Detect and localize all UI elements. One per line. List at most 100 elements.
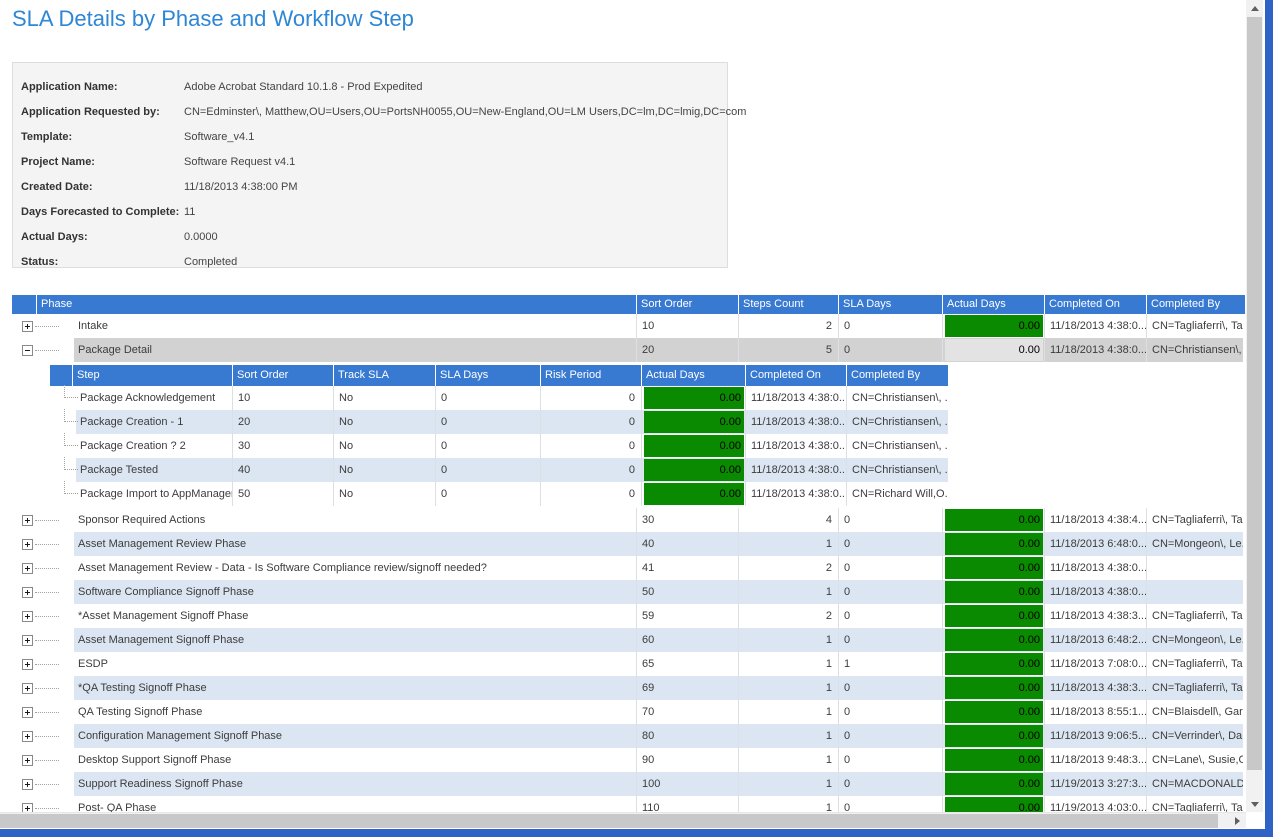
completed-on-cell: 11/18/2013 6:48:0...: [1044, 532, 1146, 556]
track-sla-cell: No: [333, 458, 435, 482]
sort-order-cell: 70: [636, 700, 738, 724]
expand-icon[interactable]: [22, 587, 33, 598]
phase-row[interactable]: Asset Management Signoff Phase60100.0011…: [12, 628, 1245, 652]
phase-row[interactable]: *Asset Management Signoff Phase59200.001…: [12, 604, 1245, 628]
step-completed-on-cell: 11/18/2013 4:38:0...: [745, 386, 846, 410]
expand-icon[interactable]: [22, 539, 33, 550]
info-value: CN=Edminster\, Matthew,OU=Users,OU=Ports…: [184, 106, 746, 118]
step-sort-order-cell: 30: [232, 434, 333, 458]
phase-row[interactable]: Intake10200.0011/18/2013 4:38:0...CN=Tag…: [12, 314, 1245, 338]
expand-icon[interactable]: [22, 659, 33, 670]
phase-row[interactable]: QA Testing Signoff Phase70100.0011/18/20…: [12, 700, 1245, 724]
phase-name-cell: Package Detail: [74, 338, 636, 362]
phase-row[interactable]: Sponsor Required Actions30400.0011/18/20…: [12, 508, 1245, 532]
info-label: Actual Days:: [21, 231, 184, 243]
step-grid-header-row: StepSort OrderTrack SLASLA DaysRisk Peri…: [50, 365, 948, 386]
actual-days-cell: 0.00: [942, 700, 1044, 724]
step-completed-by-cell: CN=Christiansen\, ...: [846, 434, 948, 458]
step-completed-by-cell: CN=Christiansen\, ...: [846, 386, 948, 410]
scroll-down-button[interactable]: [1246, 796, 1263, 812]
info-value: Software_v4.1: [184, 131, 254, 143]
phase-row[interactable]: Software Compliance Signoff Phase50100.0…: [12, 580, 1245, 604]
completed-on-cell: 11/18/2013 7:08:0...: [1044, 652, 1146, 676]
sort-order-cell: 20: [636, 338, 738, 362]
step-sla-days-cell: 0: [435, 434, 540, 458]
phase-name-cell: Desktop Support Signoff Phase: [74, 748, 636, 772]
scroll-up-button[interactable]: [1246, 0, 1263, 16]
sla-indicator-bar: 0.00: [945, 581, 1043, 603]
step-row[interactable]: Package Creation ? 230No000.0011/18/2013…: [50, 434, 948, 458]
phase-row[interactable]: ESDP65110.0011/18/2013 7:08:0...CN=Tagli…: [12, 652, 1245, 676]
completed-on-cell: 11/18/2013 8:55:1...: [1044, 700, 1146, 724]
phase-name-cell: Software Compliance Signoff Phase: [74, 580, 636, 604]
info-value: Software Request v4.1: [184, 156, 295, 168]
step-completed-on-cell: 11/18/2013 4:38:0...: [745, 458, 846, 482]
step-row-gutter: [50, 434, 76, 458]
scroll-right-button[interactable]: [1229, 813, 1246, 829]
sla-days-cell: 0: [838, 628, 942, 652]
phase-row[interactable]: Desktop Support Signoff Phase90100.0011/…: [12, 748, 1245, 772]
tree-dots-icon: [35, 688, 59, 689]
track-sla-cell: No: [333, 410, 435, 434]
completed-on-cell: 11/18/2013 6:48:2...: [1044, 628, 1146, 652]
step-row[interactable]: Package Tested40No000.0011/18/2013 4:38:…: [50, 458, 948, 482]
steps-count-cell: 5: [738, 338, 838, 362]
step-sort-order-cell: 10: [232, 386, 333, 410]
expand-icon[interactable]: [22, 755, 33, 766]
phase-row[interactable]: *QA Testing Signoff Phase69100.0011/18/2…: [12, 676, 1245, 700]
info-value: 11/18/2013 4:38:00 PM: [184, 181, 298, 193]
phase-row[interactable]: Asset Management Review - Data - Is Soft…: [12, 556, 1245, 580]
column-header-sort-order: Sort Order: [636, 295, 738, 314]
phase-row[interactable]: Configuration Management Signoff Phase80…: [12, 724, 1245, 748]
step-name-cell: Package Creation ? 2: [76, 434, 232, 458]
info-row: Template:Software_v4.1: [21, 124, 719, 149]
sort-order-cell: 69: [636, 676, 738, 700]
expand-icon[interactable]: [22, 611, 33, 622]
step-column-header-expander: [50, 365, 72, 386]
step-actual-days-cell: 0.00: [641, 458, 745, 482]
sla-days-cell: 0: [838, 700, 942, 724]
phase-row[interactable]: Asset Management Review Phase40100.0011/…: [12, 532, 1245, 556]
horizontal-scrollbar[interactable]: [0, 812, 1246, 828]
actual-days-cell: 0.00: [942, 724, 1044, 748]
expand-icon[interactable]: [22, 731, 33, 742]
vertical-scrollbar-thumb[interactable]: [1247, 17, 1262, 770]
phase-row[interactable]: Support Readiness Signoff Phase100100.00…: [12, 772, 1245, 796]
step-row[interactable]: Package Acknowledgement10No000.0011/18/2…: [50, 386, 948, 410]
sla-indicator-bar: 0.00: [945, 629, 1043, 651]
step-row[interactable]: Package Creation - 120No000.0011/18/2013…: [50, 410, 948, 434]
sort-order-cell: 10: [636, 314, 738, 338]
sort-order-cell: 50: [636, 580, 738, 604]
actual-days-cell: 0.00: [942, 338, 1044, 362]
completed-by-cell: CN=Tagliaferri\, Ta..: [1146, 314, 1243, 338]
tree-branch-icon: [64, 409, 78, 422]
step-sla-days-cell: 0: [435, 482, 540, 506]
collapse-icon[interactable]: [22, 345, 33, 356]
tree-dots-icon: [35, 808, 59, 809]
step-row[interactable]: Package Import to AppManager50No000.0011…: [50, 482, 948, 506]
sla-days-cell: 0: [838, 532, 942, 556]
info-row: Application Name:Adobe Acrobat Standard …: [21, 74, 719, 99]
phase-row[interactable]: Package Detail20500.0011/18/2013 4:38:0.…: [12, 338, 1245, 362]
sla-days-cell: 0: [838, 604, 942, 628]
application-info-panel: Application Name:Adobe Acrobat Standard …: [12, 62, 728, 268]
steps-count-cell: 1: [738, 652, 838, 676]
completed-on-cell: 11/18/2013 4:38:3...: [1044, 676, 1146, 700]
phase-name-cell: Support Readiness Signoff Phase: [74, 772, 636, 796]
expand-icon[interactable]: [22, 321, 33, 332]
vertical-scrollbar[interactable]: [1246, 0, 1263, 812]
expand-icon[interactable]: [22, 707, 33, 718]
tree-dots-icon: [35, 326, 59, 327]
sla-indicator-bar: 0.00: [644, 411, 744, 433]
track-sla-cell: No: [333, 434, 435, 458]
expand-icon[interactable]: [22, 635, 33, 646]
expand-icon[interactable]: [22, 779, 33, 790]
expand-icon[interactable]: [22, 683, 33, 694]
tree-dots-icon: [35, 640, 59, 641]
step-row-gutter: [50, 458, 76, 482]
expand-icon[interactable]: [22, 515, 33, 526]
sort-order-cell: 90: [636, 748, 738, 772]
expand-icon[interactable]: [22, 563, 33, 574]
horizontal-scrollbar-thumb[interactable]: [0, 814, 1218, 828]
row-gutter: [12, 676, 74, 700]
